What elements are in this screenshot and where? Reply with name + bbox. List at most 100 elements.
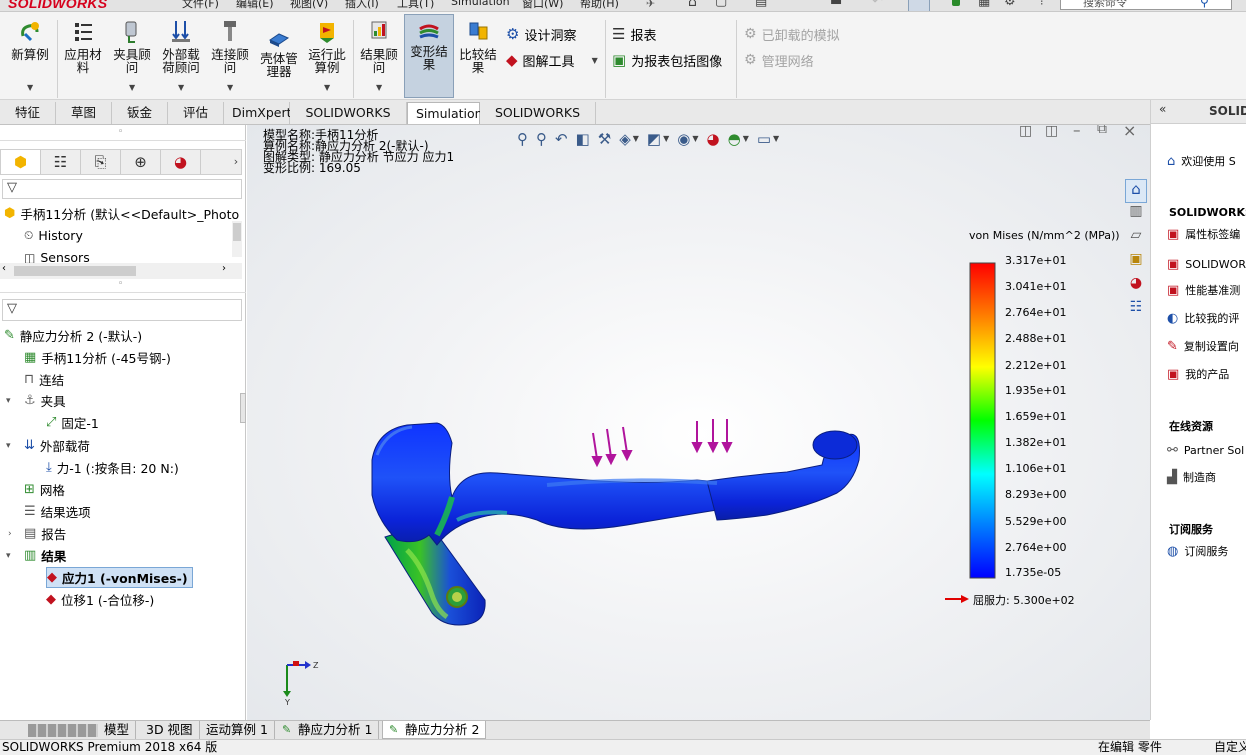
search-icon[interactable]: ⚲	[1200, 0, 1209, 9]
customize-text[interactable]: 自定义	[1214, 740, 1246, 755]
fixture-1-item[interactable]: ⤢ 固定-1	[46, 412, 99, 433]
manufacturers-link[interactable]: ▟ 制造商	[1167, 468, 1216, 486]
home-icon[interactable]: ⌂	[688, 0, 697, 10]
menu-window[interactable]: 窗口(W)	[522, 0, 563, 11]
tab-static-study-2[interactable]: ✎ 静应力分析 2	[382, 721, 487, 739]
part-material-item[interactable]: ▦ 手柄11分析 (-45号钢-)	[24, 347, 171, 368]
part-root-item[interactable]: ⬢ 手柄11分析 (默认<<Default>_Photo	[4, 203, 239, 224]
yield-arrow-head	[961, 595, 969, 603]
partner-solutions-link[interactable]: ⚯ Partner Sol	[1167, 441, 1244, 459]
tree-hscrollbar[interactable]: ‹ ›	[0, 263, 242, 279]
connections-advisor-button[interactable]: 连接顾问 ▼	[206, 18, 254, 98]
tab-scroll-arrows[interactable]	[28, 724, 98, 737]
pin-icon[interactable]: ✈	[646, 0, 655, 10]
menu-help[interactable]: 帮助(H)	[580, 0, 619, 11]
dimxpert-tab-icon[interactable]: ⊕	[121, 150, 161, 174]
scroll-right-icon[interactable]: ›	[222, 263, 226, 274]
design-insight-button[interactable]: ⚙ 设计洞察	[506, 24, 576, 44]
results-advisor-button[interactable]: 结果顾问 ▼	[357, 18, 401, 98]
select-tool-icon[interactable]	[908, 0, 930, 11]
gear-icon[interactable]: ⚙	[1004, 0, 1016, 9]
displacement-result-item[interactable]: ◆ 位移1 (-合位移-)	[46, 589, 154, 610]
chevron-down-icon: ▼	[129, 83, 136, 92]
mesh-item[interactable]: ⊞ 网格	[24, 479, 65, 500]
property-tab-builder-link[interactable]: ▣ 属性标签编	[1167, 225, 1240, 243]
offloaded-sim-button[interactable]: ⚙ 已卸载的模拟	[744, 24, 840, 44]
task-pane-header: « SOLID	[1151, 100, 1246, 124]
apply-material-button[interactable]: 应用材料	[60, 18, 106, 98]
expand-toggle[interactable]: ▾	[6, 551, 11, 561]
menu-edit[interactable]: 编辑(E)	[236, 0, 274, 11]
results-item[interactable]: ▥ 结果	[24, 545, 66, 566]
shell-manager-button[interactable]: 壳体管理器	[256, 18, 302, 98]
study-item[interactable]: ✎ 静应力分析 2 (-默认-)	[4, 325, 142, 346]
undo-icon[interactable]: ↶	[872, 0, 883, 9]
sim-filter-input[interactable]: ▽	[2, 299, 242, 321]
menu-file[interactable]: 文件(F)	[182, 0, 219, 11]
tab-model[interactable]: 模型	[98, 721, 137, 739]
scroll-left-icon[interactable]: ‹	[2, 263, 6, 274]
tree-vscrollbar[interactable]	[232, 221, 242, 257]
tab-mbd[interactable]: SOLIDWORKS MBD	[480, 102, 596, 141]
tab-dimxpert[interactable]: DimXpert	[224, 102, 292, 124]
history-item[interactable]: ⏲ History	[24, 225, 83, 246]
collapse-icon[interactable]: «	[1159, 102, 1166, 116]
manage-network-button[interactable]: ⚙ 管理网络	[744, 50, 814, 70]
panel-collapse-handle[interactable]	[240, 393, 246, 423]
display-manager-tab-icon[interactable]: ◕	[161, 150, 201, 174]
editing-mode-text: 在编辑 零件	[1098, 740, 1162, 754]
welcome-link[interactable]: ⌂ 欢迎使用 S	[1167, 152, 1236, 170]
splitter-middle[interactable]: ◦	[0, 279, 246, 293]
expand-toggle[interactable]: ›	[8, 529, 12, 539]
report-item[interactable]: ▤ 报告	[24, 523, 66, 544]
loads-item[interactable]: ⇊ 外部载荷	[24, 435, 90, 456]
solidworks-rx-link[interactable]: ▣ SOLIDWOR	[1167, 255, 1246, 273]
report-button[interactable]: ☰ 报表	[612, 24, 656, 44]
my-products-link[interactable]: ▣ 我的产品	[1167, 365, 1229, 383]
print-icon[interactable]: ▬	[830, 0, 842, 9]
tab-sheet-metal[interactable]: 钣金	[112, 102, 168, 124]
menu-tools[interactable]: 工具(T)	[397, 0, 434, 11]
force-1-item[interactable]: ⤓ 力-1 (:按条目: 20 N:)	[46, 457, 179, 478]
fixtures-item[interactable]: ⚓ 夹具	[24, 390, 66, 411]
config-manager-tab-icon[interactable]: ⎘	[81, 150, 121, 174]
menu-insert[interactable]: 插入(I)	[345, 0, 379, 11]
menu-simulation[interactable]: Simulation	[451, 0, 510, 8]
tab-sketch[interactable]: 草图	[56, 102, 112, 124]
tab-addins[interactable]: SOLIDWORKS 插件	[290, 102, 407, 141]
chevron-right-icon[interactable]: ›	[229, 150, 243, 174]
tree-filter-input[interactable]: ▽	[2, 179, 242, 199]
include-image-button[interactable]: ▣ 为报表包括图像	[612, 50, 722, 70]
expand-toggle[interactable]: ▾	[6, 441, 11, 451]
stress-result-item[interactable]: ◆ 应力1 (-vonMises-)	[46, 567, 193, 588]
deformed-result-button[interactable]: 变形结果	[404, 14, 454, 98]
subscription-link[interactable]: ◍ 订阅服务	[1167, 542, 1228, 560]
expand-toggle[interactable]: ▾	[6, 396, 11, 406]
open-icon[interactable]: ▤	[755, 0, 767, 9]
tab-simulation[interactable]: Simulation	[407, 102, 483, 124]
tab-motion-study[interactable]: 运动算例 1	[200, 721, 275, 739]
menu-view[interactable]: 视图(V)	[290, 0, 328, 11]
feature-tree-tab-icon[interactable]: ⬢	[1, 150, 41, 174]
connections-item[interactable]: ⊓ 连结	[24, 369, 64, 390]
copy-settings-link[interactable]: ✎ 复制设置向	[1167, 337, 1239, 355]
loads-advisor-button[interactable]: 外部载荷顾问 ▼	[158, 18, 204, 98]
run-study-button[interactable]: 运行此算例 ▼	[304, 18, 350, 98]
new-doc-icon[interactable]: ▢	[715, 0, 727, 9]
plot-tools-button[interactable]: ◆ 图解工具 ▼	[506, 50, 598, 70]
compare-results-button[interactable]: 比较结果	[456, 18, 500, 98]
benchmark-link[interactable]: ▣ 性能基准测	[1167, 281, 1240, 299]
splitter-top[interactable]: ◦	[0, 127, 246, 141]
property-manager-tab-icon[interactable]: ☷	[41, 150, 81, 174]
file-props-icon[interactable]: ▦	[978, 0, 990, 9]
fixtures-advisor-button[interactable]: 夹具顾问 ▼	[108, 18, 156, 98]
tab-features[interactable]: 特征	[0, 102, 56, 124]
tab-3d-view[interactable]: 3D 视图	[140, 721, 200, 739]
more-icon[interactable]: ⁝	[1040, 0, 1044, 8]
compare-score-link[interactable]: ◐ 比较我的评	[1167, 309, 1239, 327]
tab-static-study-1[interactable]: ✎ 静应力分析 1	[276, 721, 380, 739]
rebuild-icon[interactable]	[952, 0, 960, 6]
tab-evaluate[interactable]: 评估	[168, 102, 224, 124]
result-options-item[interactable]: ☰ 结果选项	[24, 501, 91, 522]
new-study-button[interactable]: 新算例 ▼	[6, 18, 54, 98]
